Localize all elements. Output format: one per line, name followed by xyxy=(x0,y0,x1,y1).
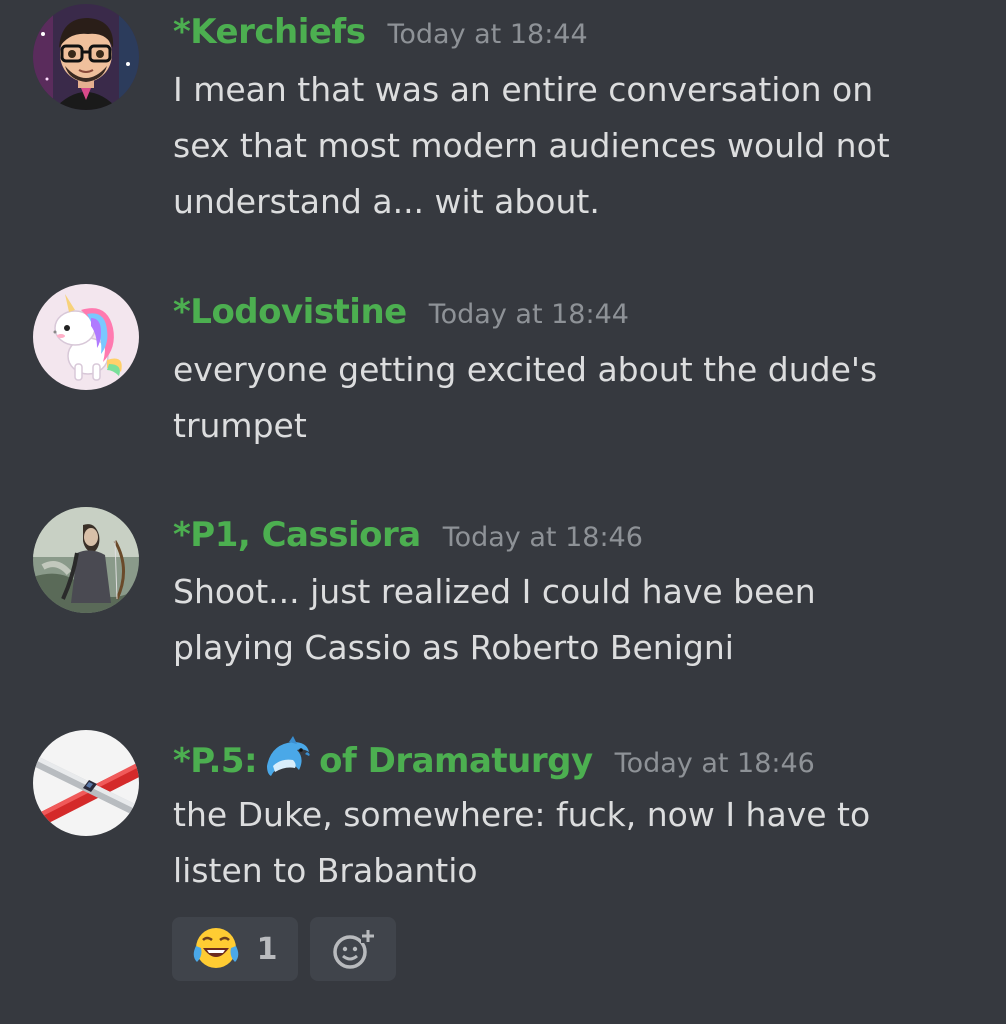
message-line: the Duke, somewhere: fuck, now I have to xyxy=(173,795,871,834)
message-header: *Kerchiefs Today at 18:44 xyxy=(173,12,588,52)
message-content: everyone getting excited about the dude'… xyxy=(173,342,973,454)
avatar-lodovistine[interactable] xyxy=(33,284,139,390)
message-header: *P1, Cassiora Today at 18:46 xyxy=(173,515,643,555)
username[interactable]: *P.5: of Dramaturgy xyxy=(173,736,593,781)
username[interactable]: *Lodovistine xyxy=(173,292,407,332)
username[interactable]: *P1, Cassiora xyxy=(173,515,421,555)
message-line: trumpet xyxy=(173,406,307,445)
avatar-kerchiefs-image xyxy=(33,4,139,110)
avatar-dramaturgy[interactable] xyxy=(33,730,139,836)
message-line: sex that most modern audiences would not xyxy=(173,126,890,165)
reactions-bar: 1 xyxy=(172,917,396,981)
message-header: *P.5: of Dramaturgy Today at 18:46 xyxy=(173,736,815,787)
message-content: I mean that was an entire conversation o… xyxy=(173,62,973,230)
joy-emoji-icon xyxy=(193,928,238,968)
message-line: everyone getting excited about the dude'… xyxy=(173,350,878,389)
timestamp: Today at 18:44 xyxy=(428,299,629,330)
timestamp: Today at 18:46 xyxy=(614,748,815,779)
message-line: understand a... wit about. xyxy=(173,182,600,221)
timestamp: Today at 18:46 xyxy=(442,522,643,553)
avatar-cassiora[interactable] xyxy=(33,507,139,613)
username-prefix: *P.5: xyxy=(173,741,258,781)
reaction-joy[interactable]: 1 xyxy=(172,917,298,981)
add-reaction-icon xyxy=(333,929,375,969)
message-content: the Duke, somewhere: fuck, now I have to… xyxy=(173,787,973,899)
username[interactable]: *Kerchiefs xyxy=(173,12,366,52)
dolphin-icon xyxy=(263,736,313,787)
message-line: Shoot... just realized I could have been xyxy=(173,572,816,611)
message-header: *Lodovistine Today at 18:44 xyxy=(173,292,629,332)
avatar-kerchiefs[interactable] xyxy=(33,4,139,110)
avatar-lodovistine-image xyxy=(33,284,139,390)
avatar-cassiora-image xyxy=(33,507,139,613)
username-suffix: of Dramaturgy xyxy=(319,741,593,781)
message-content: Shoot... just realized I could have been… xyxy=(173,564,973,676)
message-line: listen to Brabantio xyxy=(173,851,478,890)
timestamp: Today at 18:44 xyxy=(387,19,588,50)
message-line: I mean that was an entire conversation o… xyxy=(173,70,874,109)
avatar-dramaturgy-image xyxy=(33,730,139,836)
add-reaction-button[interactable] xyxy=(310,917,396,981)
reaction-count: 1 xyxy=(256,931,278,967)
message-line: playing Cassio as Roberto Benigni xyxy=(173,628,734,667)
